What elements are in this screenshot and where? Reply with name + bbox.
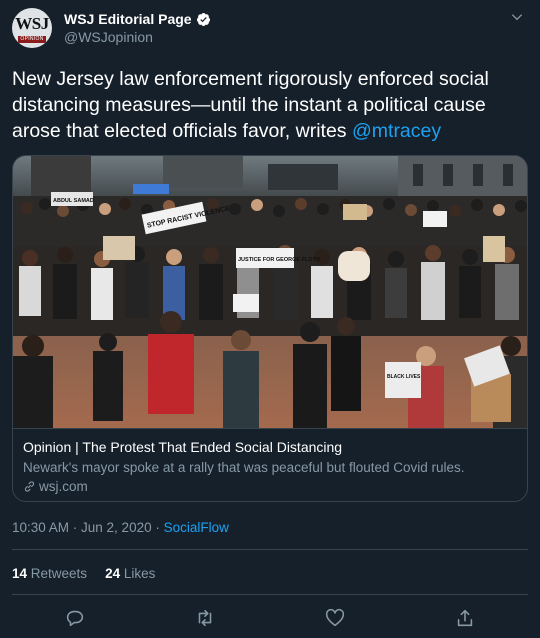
card-title[interactable]: Opinion | The Protest That Ended Social … xyxy=(23,439,342,455)
reply-icon[interactable] xyxy=(64,607,86,629)
card-description: Newark's mayor spoke at a rally that was… xyxy=(23,460,465,475)
tweet-timestamp: 10:30 AM · Jun 2, 2020 · SocialFlow xyxy=(12,520,229,535)
tweet-stats: 14 Retweets 24 Likes xyxy=(12,566,155,581)
link-icon xyxy=(24,481,35,492)
mention-link[interactable]: @mtracey xyxy=(352,120,441,142)
divider xyxy=(12,549,528,550)
likes-count: 24 xyxy=(105,566,121,581)
card-domain-text: wsj.com xyxy=(39,479,88,494)
tweet-header: WSJ OPINION WSJ Editorial Page @WSJopini… xyxy=(12,8,528,48)
heart-icon[interactable] xyxy=(324,607,346,629)
author-name-row[interactable]: WSJ Editorial Page xyxy=(64,10,211,28)
retweet-icon[interactable] xyxy=(194,607,216,629)
retweets-label: Retweets xyxy=(27,566,88,581)
card-info[interactable]: Opinion | The Protest That Ended Social … xyxy=(13,428,527,501)
divider xyxy=(12,594,528,595)
retweets-count: 14 xyxy=(12,566,28,581)
link-card[interactable]: STOP RACIST VIOLENCE JUSTICE FOR GEORGE … xyxy=(12,155,528,502)
tweet-text: New Jersey law enforcement rigorously en… xyxy=(12,66,526,144)
sign-text: ABDUL SAMAD xyxy=(53,198,94,204)
share-icon[interactable] xyxy=(454,607,476,629)
timestamp-text[interactable]: 10:30 AM · Jun 2, 2020 · xyxy=(12,520,164,535)
likes-stat[interactable]: 24 Likes xyxy=(105,566,155,581)
retweets-stat[interactable]: 14 Retweets xyxy=(12,566,87,581)
tweet-source[interactable]: SocialFlow xyxy=(164,520,229,535)
avatar[interactable]: WSJ OPINION xyxy=(12,8,52,48)
card-domain: wsj.com xyxy=(23,479,88,494)
protest-crowd-photo: STOP RACIST VIOLENCE JUSTICE FOR GEORGE … xyxy=(13,156,527,428)
avatar-opinion-band: OPINION xyxy=(18,36,46,43)
author-name[interactable]: WSJ Editorial Page xyxy=(64,11,192,27)
sign-text: BLACK LIVES xyxy=(387,374,421,380)
sign-text: JUSTICE FOR GEORGE FLOYD xyxy=(238,257,320,263)
chevron-down-icon[interactable] xyxy=(510,10,524,24)
likes-label: Likes xyxy=(120,566,156,581)
author-handle[interactable]: @WSJopinion xyxy=(64,29,153,45)
verified-badge-icon xyxy=(196,12,210,26)
tweet-actions xyxy=(12,607,528,629)
avatar-logo-text: WSJ xyxy=(15,14,49,33)
